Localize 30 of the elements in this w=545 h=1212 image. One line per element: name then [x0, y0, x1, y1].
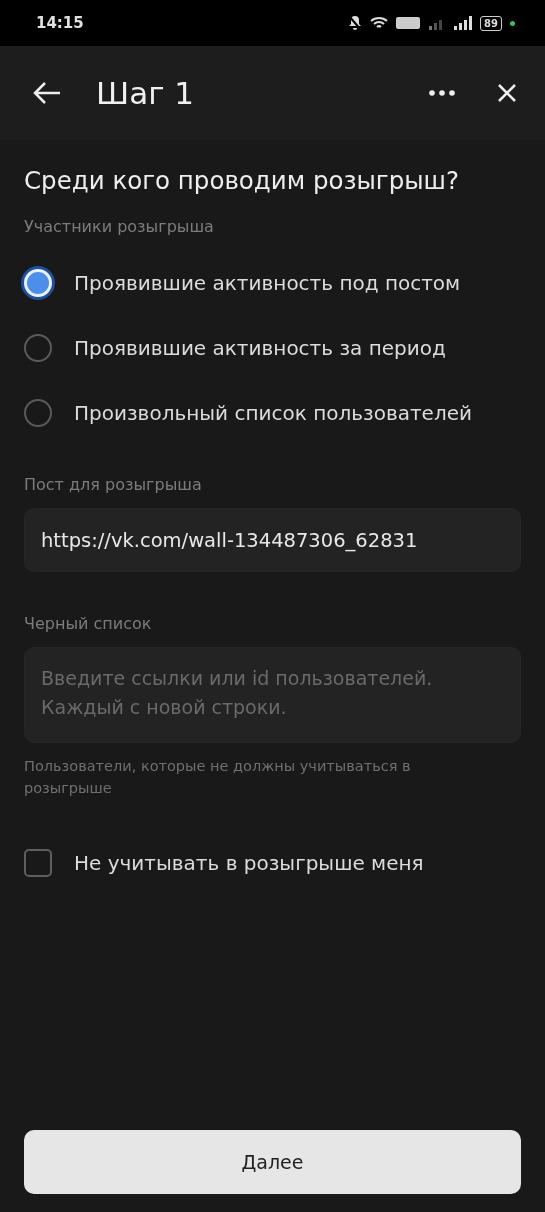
section-label: Пост для розыгрыша: [24, 475, 203, 494]
more-icon[interactable]: [429, 90, 455, 96]
muted-bell-icon: [348, 15, 363, 31]
checkbox-label: Не учитывать в розыгрыше меня: [74, 851, 424, 875]
back-arrow-icon[interactable]: [32, 81, 62, 105]
battery-level: 89: [480, 15, 502, 31]
wifi-icon: [370, 16, 389, 30]
next-button[interactable]: Далее: [24, 1130, 521, 1194]
status-time: 14:15: [36, 14, 84, 32]
network-badge-icon: [396, 16, 421, 30]
option-label: Проявившие активность под постом: [74, 270, 461, 295]
radio-option[interactable]: Проявившие активность под постом: [24, 250, 521, 315]
radio-option[interactable]: Произвольный список пользователей: [24, 380, 521, 445]
option-label: Проявившие активность за период: [74, 335, 446, 360]
signal-icon: [454, 16, 473, 30]
section-label: Участники розыгрыша: [24, 217, 215, 236]
option-label: Произвольный список пользователей: [74, 400, 472, 425]
radio-icon[interactable]: [24, 333, 52, 362]
blacklist-field[interactable]: Введите ссылки или id пользователей. Каждый с новой строки.: [24, 647, 521, 743]
radio-icon[interactable]: [24, 398, 52, 427]
post-link-field[interactable]: https://vk.com/wall-134487306_62831: [24, 508, 521, 572]
close-icon[interactable]: [497, 83, 517, 103]
checkbox-option[interactable]: Не учитывать в розыгрыше меня: [24, 849, 521, 877]
checkbox-icon[interactable]: [24, 849, 52, 877]
question-heading: Среди кого проводим розыгрыш?: [24, 166, 461, 195]
page-title: Шаг 1: [96, 75, 195, 111]
section-label: Черный список: [24, 614, 153, 633]
field-hint: Пользователи, которые не должны учитываться в розыгрыше: [24, 757, 412, 798]
status-dot-icon: [510, 20, 515, 26]
radio-option[interactable]: Проявившие активность за период: [24, 315, 521, 380]
